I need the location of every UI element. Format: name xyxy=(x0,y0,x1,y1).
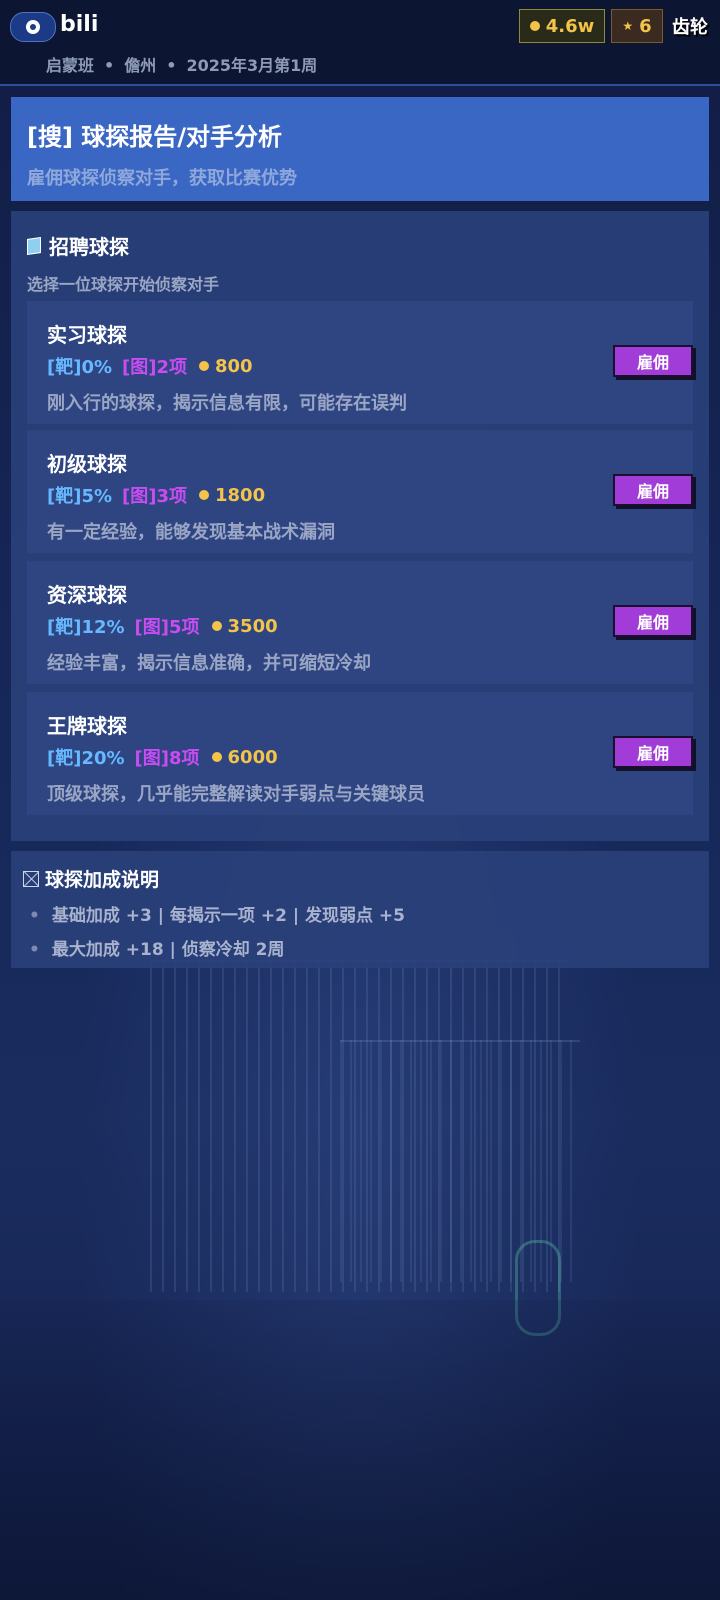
scout-card-junior: 初级球探 [靶]5% [图]3项 1800 有一定经验，能够发现基本战术漏洞 雇… xyxy=(27,430,693,553)
coin-icon xyxy=(211,621,222,631)
coin-icon xyxy=(529,21,540,31)
background-road xyxy=(0,1300,720,1600)
scout-stats: [靶]12% [图]5项 3500 xyxy=(47,613,278,639)
hire-button-intern[interactable]: 雇佣 xyxy=(613,345,693,377)
star-balance[interactable]: ★ 6 xyxy=(611,9,663,43)
scout-accuracy: [靶]0% xyxy=(47,357,113,378)
scout-items: [图]2项 xyxy=(122,357,187,378)
bullet-icon: • xyxy=(29,940,40,960)
coin-icon xyxy=(199,361,209,371)
scout-cost-value: 6000 xyxy=(227,746,278,768)
coin-balance[interactable]: 4.6w xyxy=(519,9,605,43)
scout-cost-value: 3500 xyxy=(227,615,278,637)
scout-stats: [靶]20% [图]8项 6000 xyxy=(47,744,278,770)
scout-stats: [靶]5% [图]3项 1800 xyxy=(47,482,265,508)
book-icon xyxy=(27,236,41,255)
page-title: [搜] 球探报告/对手分析 xyxy=(27,123,283,151)
team-info-line: 启蒙班 • 儋州 • 2025年3月第1周 xyxy=(46,52,317,76)
scout-cost: 1800 xyxy=(199,485,265,506)
current-week: 2025年3月第1周 xyxy=(186,56,318,75)
coin-icon xyxy=(199,490,209,500)
bullet-icon: • xyxy=(29,906,40,926)
settings-button[interactable]: 齿轮 xyxy=(668,10,712,42)
scout-cost: 800 xyxy=(199,356,253,377)
scout-cost: 6000 xyxy=(211,746,278,768)
bonus-line: • 基础加成 +3 | 每揭示一项 +2 | 发现弱点 +5 xyxy=(29,901,405,926)
scout-items: [图]8项 xyxy=(134,748,200,769)
bonus-header: 球探加成说明 xyxy=(23,865,159,892)
logo-button[interactable] xyxy=(10,12,56,42)
box-x-icon xyxy=(23,870,39,887)
hire-button-senior[interactable]: 雇佣 xyxy=(613,605,693,637)
scout-stats: [靶]0% [图]2项 800 xyxy=(47,353,253,379)
hire-button-junior[interactable]: 雇佣 xyxy=(613,474,693,506)
separator-dot: • xyxy=(104,56,115,75)
star-icon: ★ xyxy=(622,19,634,33)
scout-name: 初级球探 xyxy=(47,452,127,476)
brand-name: bili xyxy=(60,12,99,37)
team-level: 启蒙班 xyxy=(46,56,95,75)
scout-description: 顶级球探，几乎能完整解读对手弱点与关键球员 xyxy=(47,784,425,805)
separator-dot: • xyxy=(166,56,177,75)
scout-items: [图]5项 xyxy=(134,617,200,638)
hire-button-ace[interactable]: 雇佣 xyxy=(613,736,693,768)
scout-name: 王牌球探 xyxy=(47,714,127,738)
scout-description: 刚入行的球探，揭示信息有限，可能存在误判 xyxy=(47,393,407,414)
star-amount: 6 xyxy=(639,15,652,37)
coin-icon xyxy=(211,752,222,762)
scout-card-senior: 资深球探 [靶]12% [图]5项 3500 经验丰富，揭示信息准确，并可缩短冷… xyxy=(27,561,693,684)
bonus-title: 球探加成说明 xyxy=(45,869,160,891)
recruit-title: 招聘球探 xyxy=(49,235,129,259)
scout-cost-value: 1800 xyxy=(215,484,266,506)
scout-accuracy: [靶]12% xyxy=(47,617,125,638)
football-icon xyxy=(26,20,40,34)
scout-name: 资深球探 xyxy=(47,583,127,607)
recruit-header: 招聘球探 xyxy=(27,231,129,260)
scout-cost-value: 800 xyxy=(215,355,253,377)
scout-accuracy: [靶]20% xyxy=(47,748,125,769)
bonus-line: • 最大加成 +18 | 侦察冷却 2周 xyxy=(29,935,285,960)
scout-name: 实习球探 xyxy=(47,323,127,347)
top-header: bili 启蒙班 • 儋州 • 2025年3月第1周 4.6w ★ 6 齿轮 xyxy=(0,0,720,86)
team-city: 儋州 xyxy=(124,56,157,75)
coin-amount: 4.6w xyxy=(545,15,595,37)
scout-card-ace: 王牌球探 [靶]20% [图]8项 6000 顶级球探，几乎能完整解读对手弱点与… xyxy=(27,692,693,815)
bonus-panel: 球探加成说明 • 基础加成 +3 | 每揭示一项 +2 | 发现弱点 +5 • 最大… xyxy=(11,851,709,968)
scout-accuracy: [靶]5% xyxy=(47,486,113,507)
bonus-line-text: 最大加成 +18 | 侦察冷却 2周 xyxy=(51,940,285,960)
scout-description: 经验丰富，揭示信息准确，并可缩短冷却 xyxy=(47,653,371,674)
scout-items: [图]3项 xyxy=(122,486,187,507)
scout-card-intern: 实习球探 [靶]0% [图]2项 800 刚入行的球探，揭示信息有限，可能存在误… xyxy=(27,301,693,424)
page-banner: [搜] 球探报告/对手分析 雇佣球探侦察对手，获取比赛优势 xyxy=(11,97,709,201)
recruit-panel: 招聘球探 选择一位球探开始侦察对手 实习球探 [靶]0% [图]2项 800 刚… xyxy=(11,211,709,841)
recruit-subtitle: 选择一位球探开始侦察对手 xyxy=(27,275,220,294)
scout-description: 有一定经验，能够发现基本战术漏洞 xyxy=(47,522,335,543)
scout-cost: 3500 xyxy=(211,615,278,637)
page-subtitle: 雇佣球探侦察对手，获取比赛优势 xyxy=(27,168,297,189)
bonus-line-text: 基础加成 +3 | 每揭示一项 +2 | 发现弱点 +5 xyxy=(51,906,405,926)
